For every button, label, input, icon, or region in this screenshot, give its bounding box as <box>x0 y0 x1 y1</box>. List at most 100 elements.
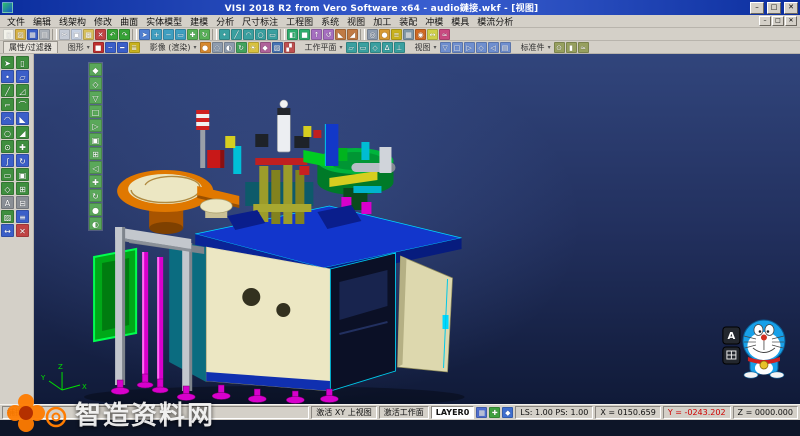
zoom-all-icon[interactable]: ▣ <box>89 133 102 146</box>
extend-icon[interactable]: ⌒ <box>16 98 29 111</box>
analysis-icon[interactable]: ≈ <box>439 29 450 40</box>
viewport-3d[interactable]: Z X Y A <box>34 54 800 404</box>
pan-view-icon[interactable]: ✚ <box>89 175 102 188</box>
pin-icon[interactable]: ▮ <box>566 42 577 53</box>
menu-item[interactable]: 冲模 <box>421 15 447 28</box>
menu-item[interactable]: 尺寸标注 <box>238 15 282 28</box>
save-icon[interactable]: ▦ <box>27 29 38 40</box>
color-icon[interactable]: ■ <box>93 42 104 53</box>
view-list-icon[interactable]: ▤ <box>500 42 511 53</box>
fillet-tool-icon[interactable]: ◣ <box>16 112 29 125</box>
text-tool-icon[interactable]: A <box>1 196 14 209</box>
zoom-in-icon[interactable]: + <box>151 29 162 40</box>
chevron-down-icon[interactable]: ▾ <box>340 44 345 51</box>
hatch-tool-icon[interactable]: ▨ <box>1 210 14 223</box>
active-workplane-field[interactable]: 激活工作面 <box>379 406 429 419</box>
extrude-icon[interactable]: ↑ <box>311 29 322 40</box>
menu-item[interactable]: 分析 <box>212 15 238 28</box>
mirror-icon[interactable]: ▯ <box>16 56 29 69</box>
materials-icon[interactable]: ◆ <box>260 42 271 53</box>
orbit-icon[interactable]: ↻ <box>89 189 102 202</box>
line-tool-icon[interactable]: ╱ <box>1 84 14 97</box>
polyline-tool-icon[interactable]: ⌐ <box>1 98 14 111</box>
zoom-previous-icon[interactable]: ◁ <box>89 161 102 174</box>
solid-icon[interactable]: ■ <box>299 29 310 40</box>
chevron-down-icon[interactable]: ▾ <box>87 44 92 51</box>
print-icon[interactable]: ▤ <box>39 29 50 40</box>
wp-xy-icon[interactable]: ▱ <box>346 42 357 53</box>
circle-icon[interactable]: ○ <box>255 29 266 40</box>
menu-item[interactable]: 曲面 <box>116 15 142 28</box>
wireframe-render-icon[interactable]: ◌ <box>212 42 223 53</box>
delete-icon[interactable]: ✕ <box>95 29 106 40</box>
erase-icon[interactable]: ✕ <box>16 224 29 237</box>
close-button[interactable]: ✕ <box>784 2 798 14</box>
chamfer-tool-icon[interactable]: ◢ <box>16 126 29 139</box>
arc-icon[interactable]: ◠ <box>243 29 254 40</box>
wp-3pt-icon[interactable]: ∆ <box>382 42 393 53</box>
wp-normal-icon[interactable]: ⊥ <box>394 42 405 53</box>
view-right-icon[interactable]: ▷ <box>464 42 475 53</box>
shaded-mode-icon[interactable]: ● <box>379 29 390 40</box>
properties-filter-tab[interactable]: 属性/过滤器 <box>3 41 58 53</box>
redo-icon[interactable]: ↷ <box>119 29 130 40</box>
menu-item[interactable]: 线架构 <box>55 15 90 28</box>
menu-item[interactable]: 实体模型 <box>142 15 186 28</box>
chamfer-icon[interactable]: ◢ <box>347 29 358 40</box>
menu-item[interactable]: 加工 <box>369 15 395 28</box>
revolve-icon[interactable]: ↺ <box>323 29 334 40</box>
menu-item[interactable]: 编辑 <box>29 15 55 28</box>
menu-item[interactable]: 工程图 <box>282 15 317 28</box>
cut-icon[interactable]: ✂ <box>59 29 70 40</box>
menu-item[interactable]: 修改 <box>90 15 116 28</box>
active-view-field[interactable]: 激活 XY 上视图 <box>311 406 376 419</box>
menu-item[interactable]: 模具 <box>447 15 473 28</box>
arc-tool-icon[interactable]: ◠ <box>1 112 14 125</box>
clip-plane-icon[interactable]: ▞ <box>284 42 295 53</box>
pan-icon[interactable]: ✚ <box>187 29 198 40</box>
mdi-minimize-button[interactable]: – <box>759 16 771 26</box>
select-icon[interactable]: ➤ <box>139 29 150 40</box>
view-front-icon[interactable]: □ <box>452 42 463 53</box>
front-view-icon[interactable]: □ <box>89 105 102 118</box>
paste-icon[interactable]: ▩ <box>83 29 94 40</box>
ellipse-tool-icon[interactable]: ⊙ <box>1 140 14 153</box>
menu-item[interactable]: 模流分析 <box>473 15 517 28</box>
line-icon[interactable]: ╱ <box>231 29 242 40</box>
menu-item[interactable]: 装配 <box>395 15 421 28</box>
minimize-button[interactable]: – <box>750 2 764 14</box>
chevron-down-icon[interactable]: ▾ <box>548 44 553 51</box>
chevron-down-icon[interactable]: ▾ <box>434 44 439 51</box>
offset-icon[interactable]: ▱ <box>16 70 29 83</box>
maximize-button[interactable]: □ <box>767 2 781 14</box>
snap-toggle[interactable]: 捕捉 <box>2 406 28 419</box>
layer-grid-icon[interactable]: ▦ <box>476 407 487 418</box>
wp-xz-icon[interactable]: ▭ <box>358 42 369 53</box>
snap-mode-icon[interactable]: ✚ <box>489 407 500 418</box>
chevron-down-icon[interactable]: ▾ <box>194 44 199 51</box>
polygon-tool-icon[interactable]: ◇ <box>1 182 14 195</box>
rotate-view-icon[interactable]: ↻ <box>199 29 210 40</box>
menu-item[interactable]: 建模 <box>186 15 212 28</box>
shaded-render-icon[interactable]: ● <box>200 42 211 53</box>
dimension-tool-icon[interactable]: ↔ <box>1 224 14 237</box>
dynamic-view-icon[interactable]: ↻ <box>236 42 247 53</box>
attributes-icon[interactable]: ≣ <box>129 42 140 53</box>
menu-item[interactable]: 系统 <box>317 15 343 28</box>
properties-icon[interactable]: ≡ <box>16 210 29 223</box>
zoom-window-icon[interactable]: ⊞ <box>89 147 102 160</box>
side-view-icon[interactable]: ▷ <box>89 119 102 132</box>
hidden-line-icon[interactable]: ◐ <box>224 42 235 53</box>
line-width-icon[interactable]: ━ <box>117 42 128 53</box>
top-view-icon[interactable]: ▽ <box>89 91 102 104</box>
rotate-icon[interactable]: ↻ <box>16 154 29 167</box>
circle-tool-icon[interactable]: ○ <box>1 126 14 139</box>
wp-yz-icon[interactable]: ◇ <box>370 42 381 53</box>
shade-toggle-icon[interactable]: ● <box>89 203 102 216</box>
surface-icon[interactable]: ◧ <box>287 29 298 40</box>
group-icon[interactable]: ⊟ <box>16 196 29 209</box>
background-icon[interactable]: ▨ <box>272 42 283 53</box>
mdi-restore-button[interactable]: □ <box>772 16 784 26</box>
zoom-fit-icon[interactable]: ▭ <box>175 29 186 40</box>
bolt-icon[interactable]: ⊙ <box>554 42 565 53</box>
